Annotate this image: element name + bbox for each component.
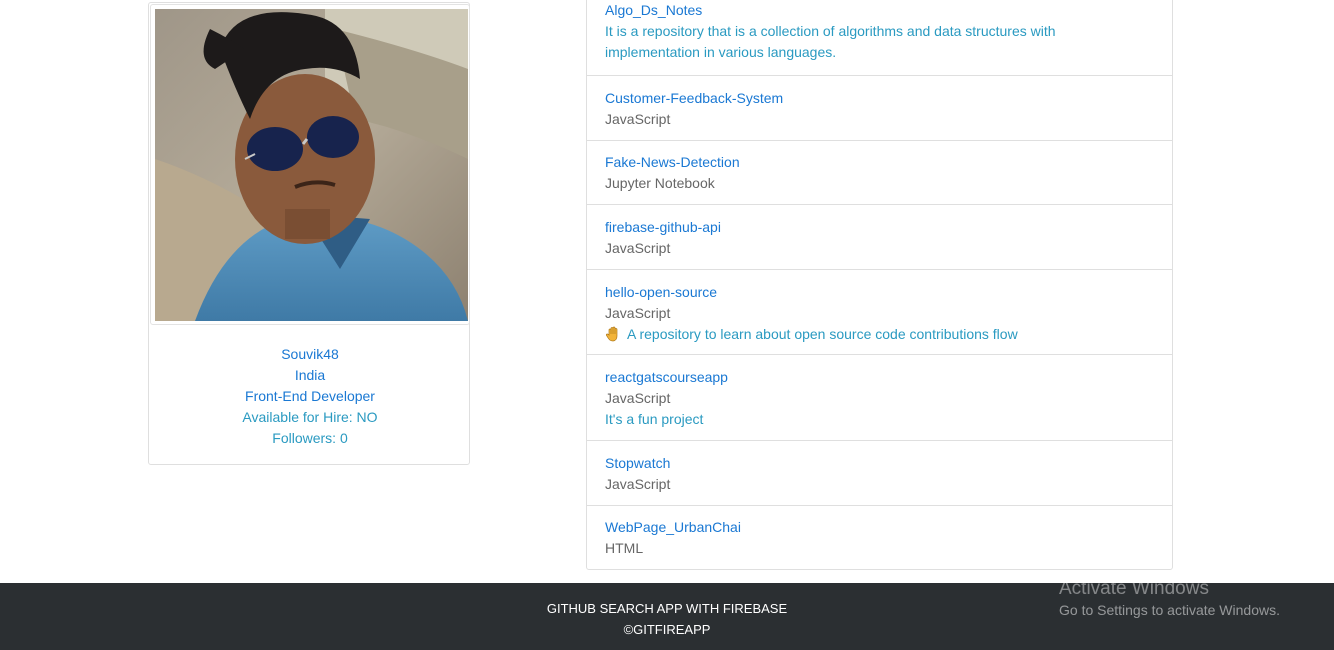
list-item: WebPage_UrbanChai HTML	[587, 505, 1172, 569]
list-item: Algo_Ds_Notes It is a repository that is…	[587, 0, 1172, 75]
profile-info: Souvik48 India Front-End Developer Avail…	[149, 344, 471, 449]
list-item: firebase-github-api JavaScript	[587, 204, 1172, 269]
list-item: Fake-News-Detection Jupyter Notebook	[587, 140, 1172, 204]
repo-language: JavaScript	[605, 390, 671, 406]
repo-language: JavaScript	[605, 111, 671, 127]
repo-name-link[interactable]: Fake-News-Detection	[605, 152, 1154, 173]
list-item: reactgatscourseapp JavaScript It's a fun…	[587, 354, 1172, 440]
list-item: hello-open-source JavaScript A repositor…	[587, 269, 1172, 354]
repo-name-link[interactable]: Stopwatch	[605, 453, 1154, 474]
repo-language: JavaScript	[605, 240, 671, 256]
list-item: Customer-Feedback-System JavaScript	[587, 75, 1172, 140]
repo-name-link[interactable]: Customer-Feedback-System	[605, 88, 1154, 109]
repo-name-link[interactable]: WebPage_UrbanChai	[605, 517, 1154, 538]
repo-description-row: A repository to learn about open source …	[605, 324, 1154, 345]
repo-name-link[interactable]: firebase-github-api	[605, 217, 1154, 238]
repo-name-link[interactable]: reactgatscourseapp	[605, 367, 1154, 388]
watermark-subtitle: Go to Settings to activate Windows.	[1059, 602, 1280, 618]
profile-bio: Front-End Developer	[245, 388, 375, 404]
repo-name-link[interactable]: hello-open-source	[605, 282, 1154, 303]
repo-list: Algo_Ds_Notes It is a repository that is…	[586, 0, 1173, 570]
repo-description: It's a fun project	[605, 411, 704, 427]
avatar	[155, 9, 468, 321]
profile-card: Souvik48 India Front-End Developer Avail…	[148, 2, 470, 465]
watermark-title: Activate Windows	[1059, 578, 1209, 599]
repo-language: Jupyter Notebook	[605, 175, 715, 191]
repo-description: A repository to learn about open source …	[627, 326, 1018, 342]
raised-hand-icon	[605, 326, 618, 342]
list-item: Stopwatch JavaScript	[587, 440, 1172, 505]
footer-copyright: ©GITFIREAPP	[623, 622, 711, 637]
repo-language: JavaScript	[605, 305, 671, 321]
activate-windows-watermark: Activate Windows Go to Settings to activ…	[1059, 576, 1280, 619]
repo-language: JavaScript	[605, 476, 671, 492]
profile-location: India	[294, 367, 326, 383]
profile-hireable: Available for Hire: NO	[242, 409, 378, 425]
profile-username-link[interactable]: Souvik48	[149, 344, 471, 365]
repo-name-link[interactable]: Algo_Ds_Notes	[605, 0, 1154, 21]
repo-description: It is a repository that is a collection …	[605, 23, 1056, 60]
repo-language: HTML	[605, 540, 644, 556]
profile-followers: Followers: 0	[272, 430, 348, 446]
avatar-frame	[150, 4, 470, 325]
